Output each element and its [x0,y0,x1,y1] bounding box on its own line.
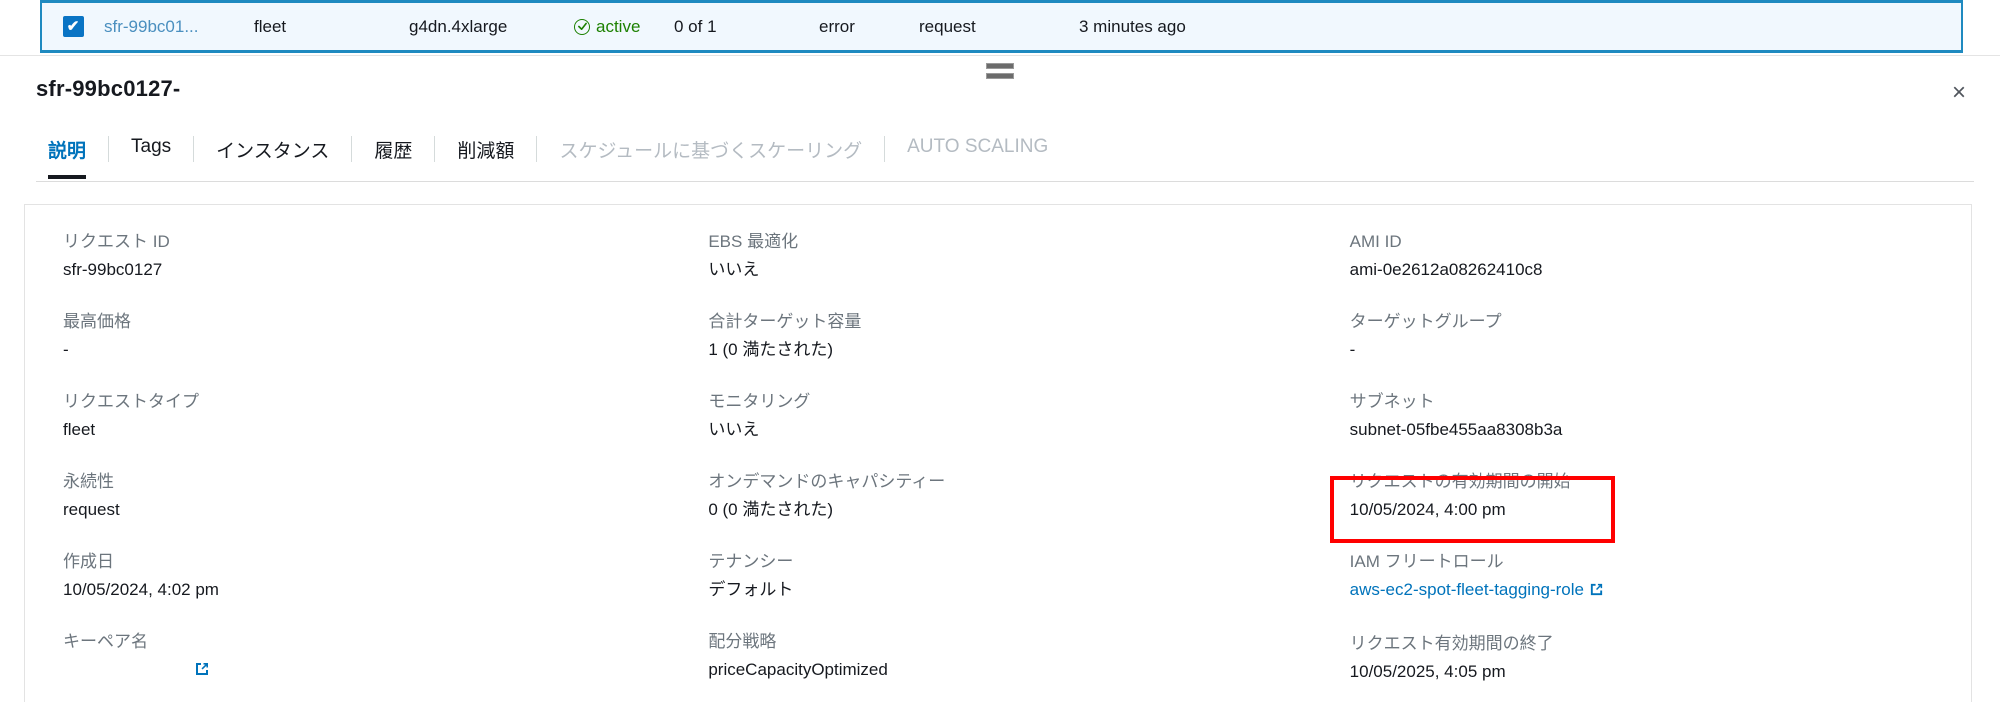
row-bottom-accent [40,50,1963,53]
field-value [63,659,684,684]
cell-request-type: fleet [254,16,287,36]
page-title: sfr-99bc0127- [36,76,181,101]
field-total-target-capacity: 合計ターゲット容量 1 (0 満たされた) [708,311,1329,362]
field-iam-fleet-role: IAM フリートロール aws-ec2-spot-fleet-tagging-r… [1350,551,1971,604]
tab-bar: 説明 Tags インスタンス 履歴 削減額 スケジュールに基づくスケーリング A… [36,134,1974,182]
field-value: 0 (0 満たされた) [708,499,834,519]
field-max-price: 最高価格 - [63,311,684,362]
field-label: リクエストタイプ [63,391,199,411]
detail-column-3: AMI ID ami-0e2612a08262410c8 ターゲットグループ -… [1329,231,1971,702]
table-bottom-divider [0,55,2000,56]
field-label: リクエストの有効期間の開始 [1349,471,1571,491]
row-select-checkbox[interactable]: ✔ [62,16,84,37]
field-value: aws-ec2-spot-fleet-tagging-role [1350,579,1971,604]
field-value: sfr-99bc0127 [63,259,163,279]
external-link-icon[interactable] [194,661,210,684]
field-created-date: 作成日 10/05/2024, 4:02 pm [63,551,684,602]
spot-fleet-request-details-page: ✔ sfr-99bc01... fleet g4dn.4xlarge activ… [0,0,2000,702]
field-tenancy: テナンシー デフォルト [708,551,1329,602]
external-link-icon[interactable] [1589,581,1604,604]
cell-instance-type: g4dn.4xlarge [409,16,508,36]
description-panel: リクエスト ID sfr-99bc0127 最高価格 - リクエストタイプ fl… [24,204,1972,702]
field-key-pair-name: キーペア名 [63,631,684,684]
field-request-type: リクエストタイプ fleet [63,391,684,442]
field-label: 合計ターゲット容量 [708,311,862,331]
drag-handle-icon [986,63,1014,79]
tab-auto-scaling[interactable]: AUTO SCALING [885,134,1070,174]
field-value: - [1349,339,1356,359]
field-label: 作成日 [63,551,114,571]
iam-fleet-role-link[interactable]: aws-ec2-spot-fleet-tagging-role [1350,580,1584,599]
cell-persistence: request [919,16,976,36]
cell-state: active [574,16,674,37]
detail-column-1: リクエスト ID sfr-99bc0127 最高価格 - リクエストタイプ fl… [25,231,684,702]
field-value: 10/05/2024, 4:02 pm [63,579,219,599]
field-value: いいえ [708,259,760,279]
field-target-group: ターゲットグループ - [1350,311,1971,362]
field-label: テナンシー [708,551,794,571]
tab-scheduled-scaling[interactable]: スケジュールに基づくスケーリング [537,134,884,179]
tab-instances[interactable]: インスタンス [194,134,351,179]
tab-bar-underline [36,181,1974,182]
field-label: リクエスト有効期間の終了 [1349,633,1554,653]
field-label: キーペア名 [63,631,148,651]
field-ebs-optimized: EBS 最適化 いいえ [708,231,1329,282]
status-badge: active [574,17,640,37]
row-checkbox-cell: ✔ [42,16,104,37]
field-label: 配分戦略 [708,631,777,651]
field-on-demand-capacity: オンデマンドのキャパシティー 0 (0 満たされた) [708,471,1329,522]
field-subnet: サブネット subnet-05fbe455aa8308b3a [1350,391,1971,442]
field-label: AMI ID [1349,232,1402,251]
field-value: request [63,499,120,519]
field-persistence: 永続性 request [63,471,684,522]
field-label: サブネット [1349,391,1435,411]
field-value: 1 (0 満たされた) [708,339,834,359]
field-label: オンデマンドのキャパシティー [708,471,946,491]
check-circle-icon [574,18,590,35]
close-icon[interactable]: × [1942,76,1976,110]
field-value: priceCapacityOptimized [708,659,888,679]
field-request-id: リクエスト ID sfr-99bc0127 [63,231,684,282]
cell-health: error [819,16,855,36]
tab-tags[interactable]: Tags [109,134,193,174]
tab-savings[interactable]: 削減額 [435,134,536,179]
field-label: 永続性 [63,471,114,491]
cell-capacity: 0 of 1 [674,16,717,36]
field-label: IAM フリートロール [1349,551,1504,571]
requests-table-strip: ✔ sfr-99bc01... fleet g4dn.4xlarge activ… [0,0,2000,56]
table-row[interactable]: ✔ sfr-99bc01... fleet g4dn.4xlarge activ… [40,3,1963,50]
field-monitoring: モニタリング いいえ [708,391,1329,442]
field-value: subnet-05fbe455aa8308b3a [1349,419,1563,439]
field-label: EBS 最適化 [708,232,799,251]
field-value: いいえ [708,419,760,439]
status-badge-label: active [596,16,641,36]
field-value: 10/05/2024, 4:00 pm [1349,499,1506,519]
tab-description[interactable]: 説明 [36,134,108,179]
field-ami-id: AMI ID ami-0e2612a08262410c8 [1350,231,1971,282]
cell-request-id[interactable]: sfr-99bc01... [104,17,254,37]
field-valid-until: リクエスト有効期間の終了 10/05/2025, 4:05 pm [1350,633,1971,684]
field-allocation-strategy: 配分戦略 priceCapacityOptimized [708,631,1329,682]
field-value: 10/05/2025, 4:05 pm [1349,661,1506,681]
cell-created: 3 minutes ago [1079,16,1186,36]
field-valid-from: リクエストの有効期間の開始 10/05/2024, 4:00 pm [1350,471,1971,522]
field-label: モニタリング [708,391,811,411]
split-panel-drag-handle[interactable] [0,60,2000,82]
field-value: ami-0e2612a08262410c8 [1349,259,1543,279]
tab-history[interactable]: 履歴 [352,134,434,179]
field-label: リクエスト ID [63,232,170,251]
field-value: fleet [63,419,96,439]
field-label: 最高価格 [63,311,131,331]
field-value: デフォルト [708,579,794,599]
field-value: - [63,339,69,359]
field-label: ターゲットグループ [1349,311,1502,331]
detail-column-2: EBS 最適化 いいえ 合計ターゲット容量 1 (0 満たされた) モニタリング… [684,231,1329,702]
